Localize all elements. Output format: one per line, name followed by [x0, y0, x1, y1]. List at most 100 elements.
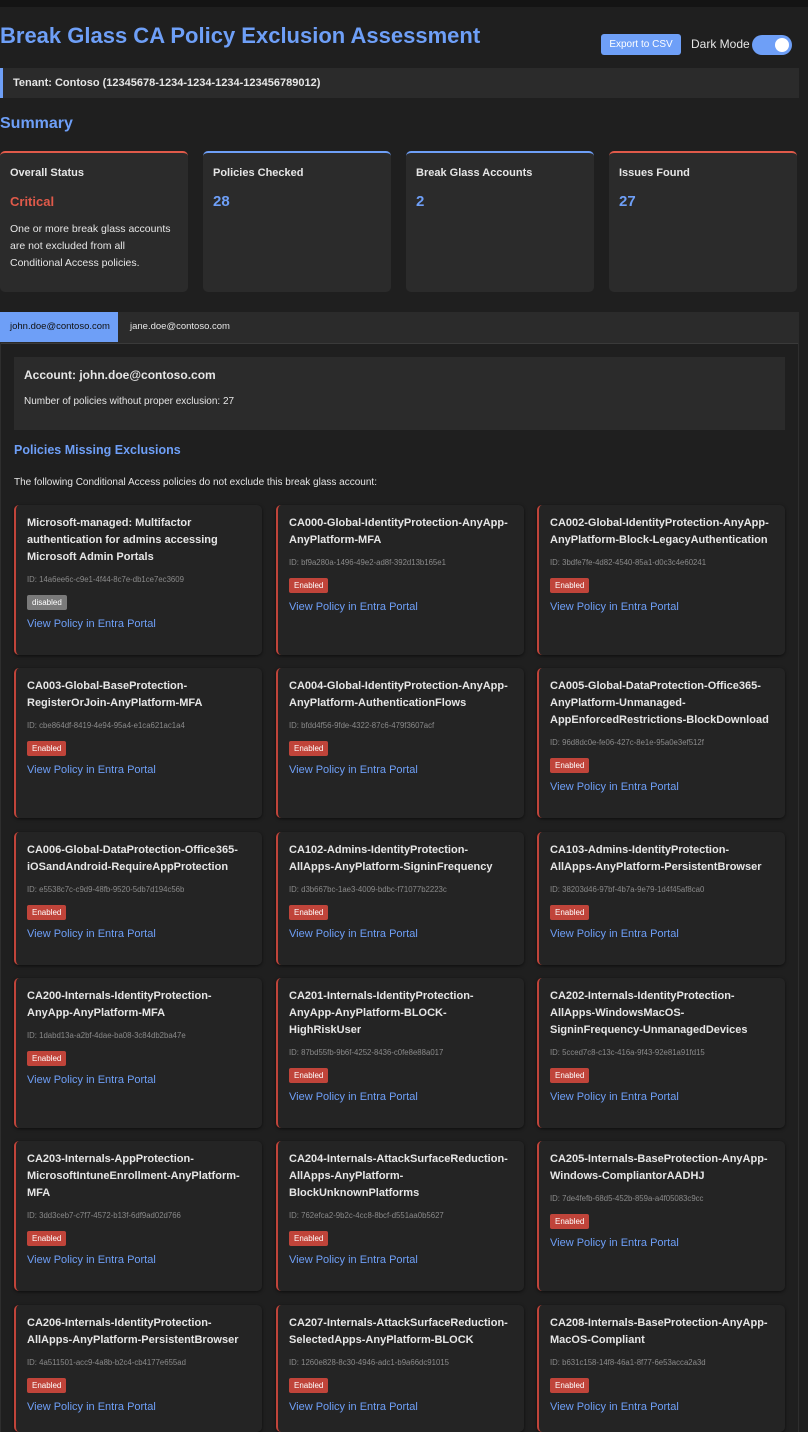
policy-id: ID: bfdd4f56-9fde-4322-87c6-479f3607acf: [289, 721, 435, 730]
policy-status-badge: Enabled: [27, 741, 67, 756]
view-policy-link[interactable]: View Policy in Entra Portal: [27, 1254, 251, 1266]
policy-name: CA200-Internals-IdentityProtection-AnyAp…: [27, 990, 212, 1019]
view-policy-link[interactable]: View Policy in Entra Portal: [550, 601, 774, 613]
tab-john-doe[interactable]: john.doe@contoso.com: [0, 312, 118, 342]
view-policy-link[interactable]: View Policy in Entra Portal: [289, 1401, 513, 1413]
policy-name: CA006-Global-DataProtection-Office365-iO…: [27, 844, 238, 873]
view-policy-link[interactable]: View Policy in Entra Portal: [289, 1091, 513, 1103]
page-title: Break Glass CA Policy Exclusion Assessme…: [0, 23, 481, 48]
overall-status-card: Overall Status Critical One or more brea…: [0, 151, 188, 292]
page-header: Break Glass CA Policy Exclusion Assessme…: [0, 7, 808, 65]
policy-id: ID: cbe864df-8419-4e94-95a4-e1ca621ac1a4: [27, 721, 185, 730]
policy-status-badge: Enabled: [289, 905, 329, 920]
issues-found-value: 27: [619, 193, 636, 210]
view-policy-link[interactable]: View Policy in Entra Portal: [289, 601, 513, 613]
policy-name: CA102-Admins-IdentityProtection-AllApps-…: [289, 844, 493, 873]
view-policy-link[interactable]: View Policy in Entra Portal: [27, 764, 251, 776]
policy-name: CA003-Global-BaseProtection-RegisterOrJo…: [27, 680, 203, 709]
policy-name: CA002-Global-IdentityProtection-AnyApp-A…: [550, 517, 769, 546]
policy-id: ID: 1dabd13a-a2bf-4dae-ba08-3c84db2ba47e: [27, 1031, 186, 1040]
break-glass-accounts-card: Break Glass Accounts 2: [406, 151, 594, 292]
policy-card: CA205-Internals-BaseProtection-AnyApp-Wi…: [537, 1141, 785, 1291]
view-policy-link[interactable]: View Policy in Entra Portal: [550, 1401, 774, 1413]
policy-status-badge: Enabled: [289, 741, 329, 756]
policy-status-badge: Enabled: [289, 1068, 329, 1083]
issues-found-card: Issues Found 27: [609, 151, 797, 292]
policy-card: CA202-Internals-IdentityProtection-AllAp…: [537, 978, 785, 1128]
policy-card: CA005-Global-DataProtection-Office365-An…: [537, 668, 785, 818]
policy-name: CA004-Global-IdentityProtection-AnyApp-A…: [289, 680, 508, 709]
policy-id: ID: 3dd3ceb7-c7f7-4572-b13f-6df9ad02d766: [27, 1211, 181, 1220]
policy-card: CA102-Admins-IdentityProtection-AllApps-…: [276, 832, 524, 965]
policy-id: ID: 96d8dc0e-fe06-427c-8e1e-95a0e3ef512f: [550, 738, 704, 747]
policy-status-badge: Enabled: [27, 1051, 67, 1066]
view-policy-link[interactable]: View Policy in Entra Portal: [550, 1091, 774, 1103]
overall-status-label: Overall Status: [10, 167, 84, 179]
policy-status-badge: Enabled: [289, 578, 329, 593]
view-policy-link[interactable]: View Policy in Entra Portal: [289, 764, 513, 776]
policy-card: CA207-Internals-AttackSurfaceReduction-S…: [276, 1305, 524, 1432]
policy-status-badge: Enabled: [550, 905, 590, 920]
break-glass-accounts-label: Break Glass Accounts: [416, 167, 533, 179]
break-glass-accounts-value: 2: [416, 193, 425, 210]
policy-id: ID: 1260e828-8c30-4946-adc1-b9a66dc91015: [289, 1358, 449, 1367]
policy-card: CA204-Internals-AttackSurfaceReduction-A…: [276, 1141, 524, 1291]
account-tabs: john.doe@contoso.com jane.doe@contoso.co…: [0, 312, 799, 344]
policy-card: CA201-Internals-IdentityProtection-AnyAp…: [276, 978, 524, 1128]
policy-status-badge: Enabled: [27, 1231, 67, 1246]
view-policy-link[interactable]: View Policy in Entra Portal: [550, 1237, 774, 1249]
view-policy-link[interactable]: View Policy in Entra Portal: [27, 928, 251, 940]
export-csv-button[interactable]: Export to CSV: [601, 34, 681, 55]
view-policy-link[interactable]: View Policy in Entra Portal: [289, 928, 513, 940]
top-strip: [0, 0, 808, 7]
policy-card: CA200-Internals-IdentityProtection-AnyAp…: [14, 978, 262, 1128]
policy-status-badge: Enabled: [550, 1068, 590, 1083]
policy-name: CA206-Internals-IdentityProtection-AllAp…: [27, 1317, 239, 1346]
policy-card: Microsoft-managed: Multifactor authentic…: [14, 505, 262, 655]
view-policy-link[interactable]: View Policy in Entra Portal: [27, 1401, 251, 1413]
dark-mode-toggle[interactable]: [752, 35, 792, 55]
policy-name: CA208-Internals-BaseProtection-AnyApp-Ma…: [550, 1317, 768, 1346]
policy-name: CA000-Global-IdentityProtection-AnyApp-A…: [289, 517, 508, 546]
policy-id: ID: 3bdfe7fe-4d82-4540-85a1-d0c3c4e60241: [550, 558, 707, 567]
policy-status-badge: Enabled: [289, 1378, 329, 1393]
policy-status-badge: disabled: [27, 595, 67, 610]
policy-id: ID: d3b667bc-1ae3-4009-bdbc-f71077b2223c: [289, 885, 447, 894]
policy-name: CA202-Internals-IdentityProtection-AllAp…: [550, 990, 748, 1036]
policy-status-badge: Enabled: [289, 1231, 329, 1246]
policy-name: CA207-Internals-AttackSurfaceReduction-S…: [289, 1317, 508, 1346]
policies-missing-heading: Policies Missing Exclusions: [14, 443, 181, 457]
policies-checked-value: 28: [213, 193, 230, 210]
policy-id: ID: 14a6ee6c-c9e1-4f44-8c7e-db1ce7ec3609: [27, 575, 184, 584]
policy-id: ID: 5cced7c8-c13c-416a-9f43-92e81a91fd15: [550, 1048, 705, 1057]
view-policy-link[interactable]: View Policy in Entra Portal: [550, 928, 774, 940]
policy-id: ID: bf9a280a-1496-49e2-ad8f-392d13b165e1: [289, 558, 446, 567]
view-policy-link[interactable]: View Policy in Entra Portal: [550, 781, 774, 793]
overall-status-value: Critical: [10, 194, 55, 209]
policy-name: CA103-Admins-IdentityProtection-AllApps-…: [550, 844, 762, 873]
policy-card: CA206-Internals-IdentityProtection-AllAp…: [14, 1305, 262, 1432]
summary-heading: Summary: [0, 115, 73, 132]
policy-card: CA203-Internals-AppProtection-MicrosoftI…: [14, 1141, 262, 1291]
policy-id: ID: 7de4fefb-68d5-452b-859a-a4f05083c9cc: [550, 1194, 704, 1203]
policy-name: CA201-Internals-IdentityProtection-AnyAp…: [289, 990, 474, 1036]
policy-id: ID: 38203d46-97bf-4b7a-9e79-1d4f45af8ca0: [550, 885, 705, 894]
view-policy-link[interactable]: View Policy in Entra Portal: [27, 618, 251, 630]
tab-jane-doe[interactable]: jane.doe@contoso.com: [120, 312, 240, 342]
policy-name: Microsoft-managed: Multifactor authentic…: [27, 517, 218, 563]
policy-card: CA103-Admins-IdentityProtection-AllApps-…: [537, 832, 785, 965]
policy-id: ID: 4a511501-acc9-4a8b-b2c4-cb4177e655ad: [27, 1358, 186, 1367]
policy-id: ID: 87bd55fb-9b6f-4252-8436-c0fe8e88a017: [289, 1048, 444, 1057]
issues-found-label: Issues Found: [619, 167, 690, 179]
policy-status-badge: Enabled: [27, 1378, 67, 1393]
policy-card: CA006-Global-DataProtection-Office365-iO…: [14, 832, 262, 965]
policy-status-badge: Enabled: [550, 578, 590, 593]
policy-status-badge: Enabled: [550, 758, 590, 773]
overall-status-description: One or more break glass accounts are not…: [10, 223, 171, 269]
view-policy-link[interactable]: View Policy in Entra Portal: [27, 1074, 251, 1086]
policy-card: CA000-Global-IdentityProtection-AnyApp-A…: [276, 505, 524, 655]
policy-card: CA208-Internals-BaseProtection-AnyApp-Ma…: [537, 1305, 785, 1432]
view-policy-link[interactable]: View Policy in Entra Portal: [289, 1254, 513, 1266]
policy-status-badge: Enabled: [27, 905, 67, 920]
policy-name: CA204-Internals-AttackSurfaceReduction-A…: [289, 1153, 508, 1199]
